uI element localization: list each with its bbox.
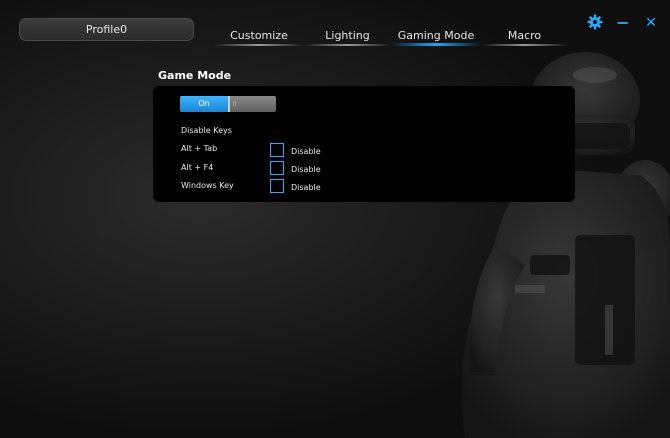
key-label-windows-key: Windows Key [181,181,234,190]
tab-underline [214,44,304,46]
key-label-alt-f4: Alt + F4 [181,163,214,172]
alt-tab-checkbox[interactable] [270,143,284,157]
tab-underline-active [391,43,481,46]
game-mode-panel: On || Disable Keys Alt + Tab Disable Alt… [153,86,575,202]
key-label-alt-tab: Alt + Tab [181,144,218,153]
profile-name: Profile0 [85,23,128,36]
toggle-grip: || [233,101,237,107]
tab-label: Gaming Mode [397,29,475,42]
tab-label: Customize [230,29,288,42]
toggle-knob [228,96,230,112]
windows-key-checkbox-label: Disable [291,183,321,192]
tab-underline [304,44,391,46]
alt-f4-checkbox[interactable] [270,161,284,175]
disable-keys-label: Disable Keys [181,126,232,135]
tab-bar: Customize Lighting Gaming Mode Macro [214,26,568,46]
tab-label: Lighting [325,29,370,42]
toggle-on-label: On [180,96,228,112]
settings-button[interactable] [586,14,604,32]
close-button[interactable]: ✕ [642,14,660,32]
minimize-button[interactable]: − [614,14,632,32]
tab-lighting[interactable]: Lighting [304,26,391,46]
profile-selector[interactable]: Profile0 [19,18,194,41]
tab-label: Macro [507,29,542,42]
tab-macro[interactable]: Macro [481,26,568,46]
windows-key-checkbox[interactable] [270,179,284,193]
gear-icon [587,14,603,30]
close-icon: ✕ [645,15,657,31]
section-title: Game Mode [158,69,232,82]
tab-underline [481,44,568,46]
tab-customize[interactable]: Customize [214,26,304,46]
minimize-icon: − [616,13,630,32]
alt-tab-checkbox-label: Disable [291,147,321,156]
game-mode-toggle[interactable]: On || [180,96,276,112]
tab-gaming-mode[interactable]: Gaming Mode [391,26,481,46]
alt-f4-checkbox-label: Disable [291,165,321,174]
